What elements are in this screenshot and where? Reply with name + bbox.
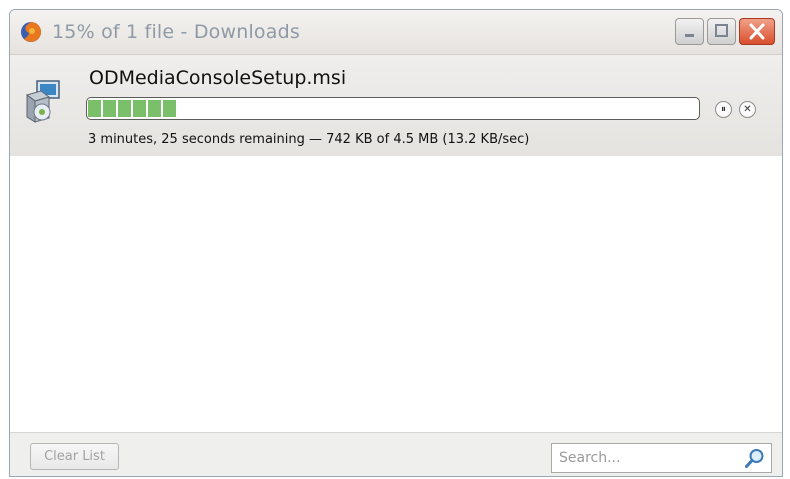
firefox-icon (21, 22, 41, 42)
search-input[interactable] (559, 449, 729, 467)
cancel-button[interactable]: ✕ (739, 101, 756, 118)
pause-icon: ⏸ (721, 104, 726, 115)
cancel-icon: ✕ (743, 104, 752, 115)
downloads-window: 15% of 1 file - Downloads ODMediaConsole… (9, 9, 783, 477)
clear-list-button[interactable]: Clear List (30, 443, 119, 470)
minimize-icon (685, 34, 694, 37)
installer-package-icon (25, 80, 60, 123)
maximize-icon (715, 24, 728, 37)
file-name: ODMediaConsoleSetup.msi (89, 67, 347, 89)
download-item[interactable]: ODMediaConsoleSetup.msi ⏸ ✕ 3 minutes, 2… (10, 55, 782, 157)
minimize-button[interactable] (675, 18, 704, 45)
footer-bar: Clear List (10, 432, 782, 476)
progress-fill (88, 100, 178, 117)
window-title: 15% of 1 file - Downloads (52, 21, 300, 43)
maximize-button[interactable] (707, 18, 736, 45)
close-icon (749, 23, 765, 40)
search-box[interactable] (551, 443, 772, 473)
search-icon[interactable] (744, 448, 765, 469)
title-bar[interactable]: 15% of 1 file - Downloads (10, 10, 782, 55)
download-status: 3 minutes, 25 seconds remaining — 742 KB… (88, 132, 530, 147)
close-button[interactable] (739, 18, 775, 45)
download-list-empty-area (10, 156, 782, 432)
download-progress-bar (86, 97, 700, 120)
pause-button[interactable]: ⏸ (715, 101, 732, 118)
